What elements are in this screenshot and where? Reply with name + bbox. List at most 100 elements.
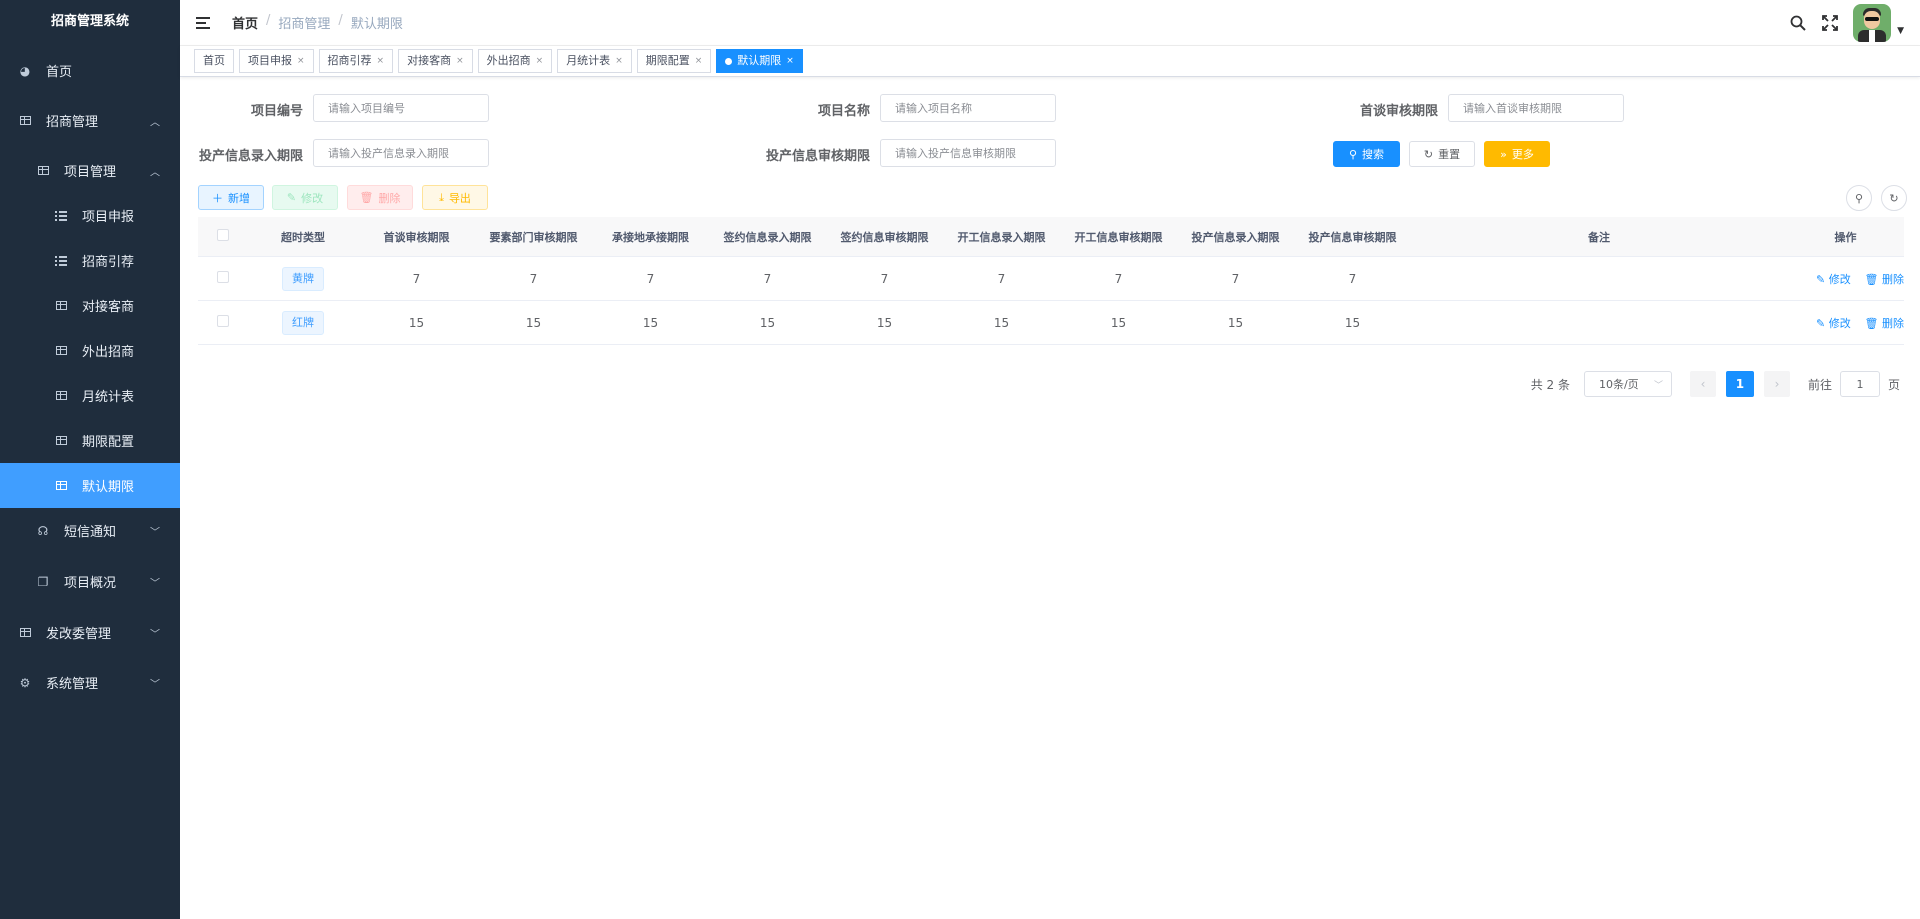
next-page-button[interactable]: ›: [1763, 371, 1790, 397]
table-cell: 15: [1227, 315, 1244, 330]
chevron-down-icon: ﹀: [150, 679, 160, 690]
tab-label: 默认期限: [737, 54, 782, 67]
fullscreen-icon[interactable]: [1821, 14, 1839, 32]
sidebar-item-project-declare[interactable]: 项目申报: [0, 193, 180, 238]
search-button[interactable]: ⚲ 搜索: [1333, 141, 1400, 167]
reset-button[interactable]: ↻ 重置: [1409, 141, 1475, 167]
close-icon[interactable]: ×: [377, 50, 385, 72]
document-icon: ❐: [37, 574, 49, 589]
navbar-right: ▼: [1789, 0, 1904, 46]
grid-icon: [54, 479, 68, 493]
close-icon[interactable]: ×: [615, 50, 623, 72]
table-cell: 15: [1110, 315, 1127, 330]
close-icon[interactable]: ×: [297, 50, 305, 72]
column-header: 投产信息录入期限: [1191, 230, 1280, 244]
close-icon[interactable]: ×: [695, 50, 703, 72]
table-cell: 7: [997, 271, 1006, 286]
sidebar-item-project-management[interactable]: 项目管理 ︿: [0, 148, 180, 193]
export-button[interactable]: ⤓ 导出: [422, 185, 488, 210]
project-name-input[interactable]: [880, 94, 1056, 122]
edit-button[interactable]: ✎ 修改: [272, 185, 338, 210]
sidebar-item-label: 招商管理: [46, 115, 99, 130]
sidebar-item-default-deadline[interactable]: 默认期限: [0, 463, 180, 508]
more-button[interactable]: » 更多: [1484, 141, 1550, 167]
sidebar-item-home[interactable]: ◕ 首页: [0, 48, 180, 93]
delete-button[interactable]: 🗑 删除: [347, 185, 413, 210]
tab-project-declare[interactable]: 项目申报 ×: [239, 49, 314, 73]
sidebar-item-label: 项目概况: [64, 576, 117, 591]
row-delete-link[interactable]: 🗑 删除: [1865, 273, 1904, 286]
sidebar-item-label: 月统计表: [82, 390, 135, 405]
search-icon: ⚲: [1854, 191, 1864, 205]
sidebar-item-monthly[interactable]: 月统计表: [0, 373, 180, 418]
plus-icon: ＋: [212, 191, 223, 205]
production-review-deadline-input[interactable]: [880, 139, 1056, 167]
trash-icon: 🗑: [359, 191, 374, 204]
edit-icon: ✎: [1815, 272, 1829, 286]
button-label: 更多: [1511, 148, 1534, 161]
page-number-current[interactable]: 1: [1725, 371, 1754, 397]
sidebar-item-sms[interactable]: ☊ 短信通知 ﹀: [0, 508, 180, 553]
close-icon[interactable]: ×: [456, 50, 464, 72]
goto-page-input[interactable]: [1839, 371, 1880, 397]
total-count: 共 2 条: [1530, 377, 1570, 392]
status-badge: 黄牌: [282, 266, 324, 291]
close-icon[interactable]: ×: [786, 50, 794, 72]
tab-monthly[interactable]: 月统计表 ×: [557, 49, 632, 73]
tab-default-deadline[interactable]: 默认期限 ×: [716, 49, 803, 73]
sidebar-item-deadline-config[interactable]: 期限配置: [0, 418, 180, 463]
actions-cell: ✎ 修改 🗑 删除: [1787, 315, 1904, 331]
column-header: 备注: [1588, 230, 1610, 244]
sidebar-item-investment[interactable]: 招商管理 ︿: [0, 98, 180, 143]
hamburger-icon[interactable]: [196, 16, 212, 29]
row-delete-link[interactable]: 🗑 删除: [1865, 317, 1904, 330]
row-checkbox[interactable]: [217, 271, 229, 283]
prev-page-button[interactable]: ‹: [1689, 371, 1716, 397]
first-talk-deadline-input[interactable]: [1448, 94, 1624, 122]
sidebar-item-recommend[interactable]: 招商引荐: [0, 238, 180, 283]
project-no-input[interactable]: [313, 94, 489, 122]
tab-deadline-config[interactable]: 期限配置 ×: [636, 49, 712, 73]
sidebar-item-label: 外出招商: [82, 345, 135, 360]
production-entry-deadline-input[interactable]: [313, 139, 489, 167]
row-checkbox[interactable]: [217, 315, 229, 327]
page-size-value: 10条/页: [1598, 378, 1639, 391]
tab-recommend[interactable]: 招商引荐 ×: [318, 49, 394, 73]
column-header: 签约信息审核期限: [840, 230, 929, 244]
row-edit-link[interactable]: ✎ 修改: [1816, 317, 1851, 330]
sidebar-item-outbound[interactable]: 外出招商: [0, 328, 180, 373]
avatar[interactable]: [1853, 4, 1892, 42]
sidebar-item-system[interactable]: ⚙ 系统管理 ﹀: [0, 660, 180, 705]
add-button[interactable]: ＋ 新增: [198, 185, 264, 210]
sidebar-item-label: 默认期限: [82, 480, 135, 495]
tab-outbound[interactable]: 外出招商 ×: [477, 49, 553, 73]
breadcrumb-item: 招商管理: [278, 17, 331, 32]
refresh-button[interactable]: ↻: [1881, 185, 1907, 211]
caret-down-icon[interactable]: ▼: [1897, 26, 1904, 36]
search-icon[interactable]: [1789, 14, 1807, 32]
breadcrumb-home[interactable]: 首页: [232, 13, 258, 32]
button-label: 导出: [448, 191, 471, 205]
column-header: 开工信息录入期限: [957, 230, 1046, 244]
page-size-select[interactable]: 10条/页 ﹀: [1583, 371, 1672, 397]
row-edit-link[interactable]: ✎ 修改: [1816, 273, 1851, 286]
tab-home[interactable]: 首页: [194, 49, 234, 73]
button-label: 重置: [1438, 148, 1461, 161]
calendar-icon: [54, 434, 68, 448]
grid-icon: [36, 164, 50, 178]
sidebar-item-overview[interactable]: ❐ 项目概况 ﹀: [0, 559, 180, 604]
table-header: 超时类型 首谈审核期限 要素部门审核期限 承接地承接期限 签约信息录入期限 签约…: [198, 217, 1904, 257]
sidebar-item-merchants[interactable]: 对接客商: [0, 283, 180, 328]
toggle-search-button[interactable]: ⚲: [1846, 185, 1872, 211]
tab-label: 外出招商: [486, 54, 531, 67]
chevron-down-icon: ﹀: [1653, 380, 1663, 391]
select-all-checkbox[interactable]: [217, 229, 229, 241]
table-cell: 7: [646, 271, 655, 286]
tab-merchants[interactable]: 对接客商 ×: [398, 49, 473, 73]
grid-icon: [54, 299, 68, 313]
tags-view: 首页 项目申报 × 招商引荐 × 对接客商 × 外出招商 × 月统计表 × 期限配置 × 默…: [180, 46, 1920, 77]
sidebar-item-ndrc[interactable]: 发改委管理 ﹀: [0, 610, 180, 655]
data-table: 超时类型 首谈审核期限 要素部门审核期限 承接地承接期限 签约信息录入期限 签约…: [198, 217, 1904, 345]
close-icon[interactable]: ×: [536, 50, 544, 72]
row-select: [198, 315, 248, 330]
